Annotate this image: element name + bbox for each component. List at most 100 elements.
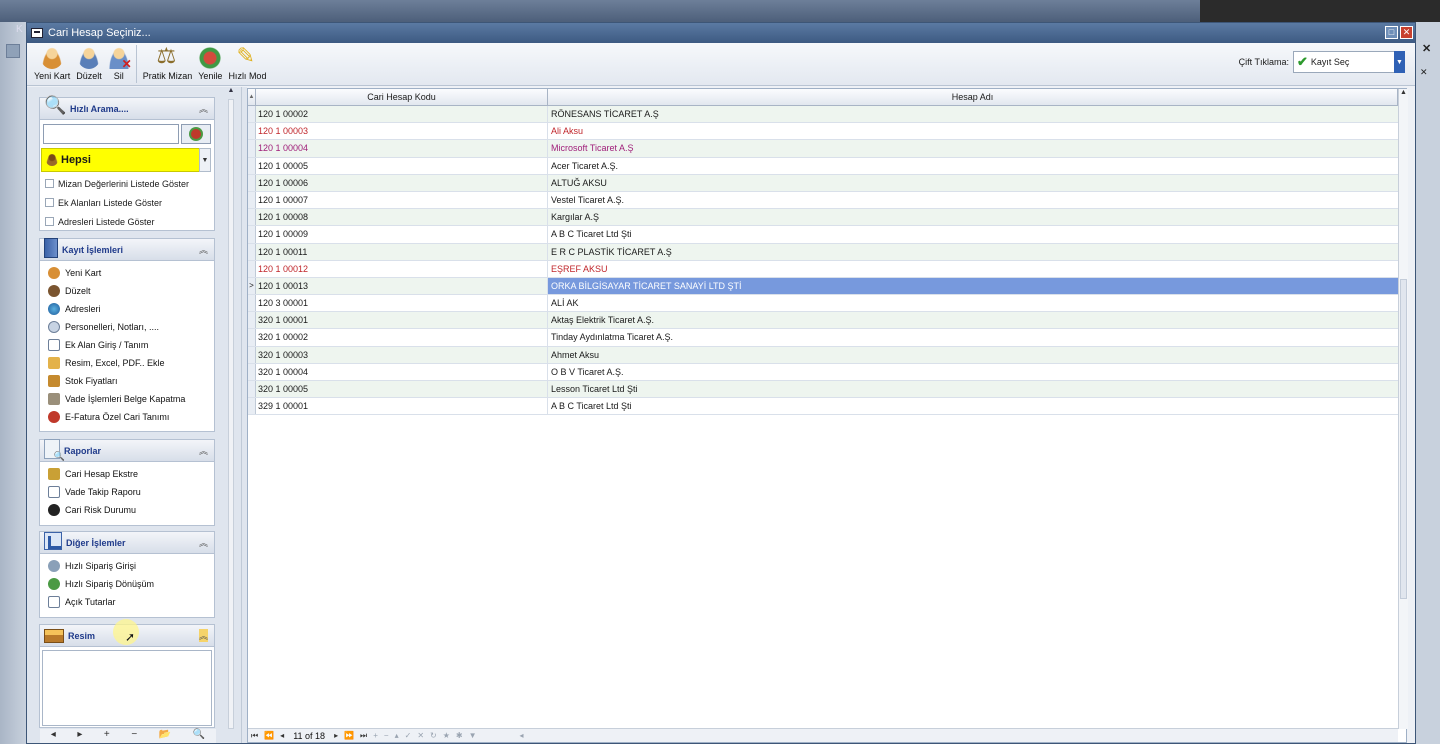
table-row[interactable]: 320 1 00004 O B V Ticaret A.Ş. [248, 363, 1398, 381]
cell-account-code[interactable]: 120 1 00006 [256, 174, 548, 191]
check-mizan[interactable]: Mizan Değerlerini Listede Göster [40, 174, 214, 193]
collapse-icon[interactable]: ︽ [199, 444, 208, 457]
menu-risk-status[interactable]: Cari Risk Durumu [40, 501, 214, 519]
chevron-down-icon[interactable]: ▼ [1394, 51, 1405, 73]
cell-account-code[interactable]: 320 1 00004 [256, 363, 548, 380]
outer-close-icon[interactable]: ✕ [1422, 42, 1431, 55]
left-panel-scrollbar[interactable]: ▲ [226, 87, 236, 743]
cell-account-name[interactable]: Acer Ticaret A.Ş. [548, 158, 1398, 174]
check-ek-alanlar[interactable]: Ek Alanları Listede Göster [40, 193, 214, 212]
grid-vertical-scrollbar[interactable]: ▲ [1398, 89, 1408, 729]
cell-account-name[interactable]: O B V Ticaret A.Ş. [548, 364, 1398, 380]
quick-search-header[interactable]: Hızlı Arama.... ︽ [40, 95, 214, 120]
hscroll-left-icon[interactable]: ◂ [520, 731, 524, 740]
edit-record-button[interactable]: ▴ [395, 731, 399, 740]
collapse-icon[interactable]: ︽ [199, 243, 208, 256]
chevron-down-icon[interactable]: ▼ [199, 148, 211, 172]
double-click-select[interactable]: ✔ Kayıt Seç ▼ [1293, 51, 1405, 73]
column-header-code[interactable]: Cari Hesap Kodu [256, 89, 548, 105]
table-row[interactable]: 120 1 00012 EŞREF AKSU [248, 260, 1398, 278]
column-header-name[interactable]: Hesap Adı [548, 89, 1398, 105]
new-card-button[interactable]: Yeni Kart [31, 43, 73, 85]
prev-record-button[interactable]: ◂ [280, 731, 284, 740]
table-row[interactable]: 120 1 00009 A B C Ticaret Ltd Şti [248, 226, 1398, 244]
menu-einvoice[interactable]: E-Fatura Özel Cari Tanımı [40, 408, 214, 426]
row-indicator[interactable] [248, 174, 256, 191]
edit-button[interactable]: Düzelt [73, 43, 105, 85]
row-indicator[interactable] [248, 329, 256, 346]
menu-order-conversion[interactable]: Hızlı Sipariş Dönüşüm [40, 575, 214, 593]
row-indicator[interactable] [248, 398, 256, 415]
table-row[interactable]: 120 1 00007 Vestel Ticaret A.Ş. [248, 191, 1398, 210]
row-indicator[interactable] [248, 363, 256, 380]
menu-statement[interactable]: Cari Hesap Ekstre [40, 465, 214, 483]
cell-account-name[interactable]: RÖNESANS TİCARET A.Ş [548, 106, 1398, 122]
table-row[interactable]: 120 3 00001 ALİ AK [248, 295, 1398, 313]
checkbox[interactable] [45, 217, 54, 226]
menu-edit[interactable]: Düzelt [40, 282, 214, 300]
collapse-icon[interactable]: ︽ [199, 102, 208, 115]
post-record-button[interactable]: ✓ [405, 731, 412, 740]
cell-account-name[interactable]: Ali Aksu [548, 123, 1398, 139]
cell-account-code[interactable]: 120 1 00012 [256, 260, 548, 277]
row-indicator[interactable] [248, 123, 256, 140]
close-button[interactable]: ✕ [1400, 26, 1413, 39]
first-record-button[interactable]: ⏮ [251, 731, 258, 741]
cell-account-name[interactable]: ORKA BİLGİSAYAR TİCARET SANAYİ LTD ŞTİ [548, 277, 1398, 295]
row-indicator[interactable] [248, 312, 256, 329]
check-adresler[interactable]: Adresleri Listede Göster [40, 212, 214, 231]
cancel-record-button[interactable]: ✕ [417, 731, 424, 740]
row-indicator[interactable] [248, 226, 256, 243]
cell-account-name[interactable]: EŞREF AKSU [548, 261, 1398, 277]
last-record-button[interactable]: ⏭ [360, 731, 367, 741]
search-go-button[interactable] [181, 124, 211, 144]
menu-due-report[interactable]: Vade Takip Raporu [40, 483, 214, 501]
cell-account-code[interactable]: 120 3 00001 [256, 295, 548, 312]
table-row[interactable]: 120 1 00011 E R C PLASTİK TİCARET A.Ş [248, 243, 1398, 261]
cell-account-code[interactable]: 120 1 00008 [256, 209, 548, 226]
cell-account-code[interactable]: 120 1 00002 [256, 106, 548, 123]
table-row[interactable]: 120 1 00006 ALTUĞ AKSU [248, 174, 1398, 192]
table-row[interactable]: 320 1 00005 Lesson Ticaret Ltd Şti [248, 381, 1398, 399]
refresh-records-button[interactable]: ↻ [430, 731, 437, 740]
row-indicator[interactable] [248, 209, 256, 226]
prev-page-button[interactable]: ⏪ [264, 731, 274, 740]
delete-record-button[interactable]: − [384, 731, 389, 740]
menu-new-card[interactable]: Yeni Kart [40, 264, 214, 282]
row-indicator[interactable] [248, 346, 256, 363]
reports-header[interactable]: Raporlar ︽ [40, 438, 214, 462]
table-row[interactable]: 120 1 00004 Microsoft Ticaret A.Ş [248, 140, 1398, 158]
cell-account-code[interactable]: 120 1 00004 [256, 140, 548, 157]
table-row[interactable]: 320 1 00002 Tinday Aydınlatma Ticaret A.Ş… [248, 329, 1398, 347]
cell-account-name[interactable]: Microsoft Ticaret A.Ş [548, 140, 1398, 156]
scroll-up-icon[interactable]: ▲ [1399, 89, 1408, 96]
scroll-thumb[interactable] [1400, 279, 1407, 599]
quick-search-input[interactable] [43, 124, 179, 144]
image-next-button[interactable]: ▸ [77, 729, 82, 743]
menu-due-closing[interactable]: Vade İşlemleri Belge Kapatma [40, 390, 214, 408]
row-indicator[interactable] [248, 191, 256, 209]
cell-account-code[interactable]: 120 1 00013 [256, 277, 548, 295]
menu-extra-fields[interactable]: Ek Alan Giriş / Tanım [40, 336, 214, 354]
menu-personnel[interactable]: Personelleri, Notları, .... [40, 318, 214, 336]
table-row[interactable]: 320 1 00003 Ahmet Aksu [248, 346, 1398, 364]
maximize-button[interactable]: □ [1385, 26, 1398, 39]
cell-account-code[interactable]: 320 1 00002 [256, 329, 548, 346]
image-open-button[interactable]: 📂 [159, 729, 171, 743]
cell-account-code[interactable]: 120 1 00005 [256, 157, 548, 174]
checkbox[interactable] [45, 179, 54, 188]
next-page-button[interactable]: ⏩ [344, 731, 354, 740]
cell-account-code[interactable]: 120 1 00007 [256, 191, 548, 209]
table-row[interactable]: 120 1 00008 Kargılar A.Ş [248, 209, 1398, 227]
table-row[interactable]: 329 1 00001 A B C Ticaret Ltd Şti [248, 398, 1398, 416]
other-operations-header[interactable]: Diğer İşlemler ︽ [40, 531, 214, 554]
scroll-track[interactable] [228, 99, 234, 729]
cell-account-code[interactable]: 329 1 00001 [256, 398, 548, 415]
table-row[interactable]: 120 1 00002 RÖNESANS TİCARET A.Ş [248, 106, 1398, 124]
cell-account-name[interactable]: Vestel Ticaret A.Ş. [548, 192, 1398, 208]
row-indicator[interactable] [248, 381, 256, 398]
cell-account-name[interactable]: E R C PLASTİK TİCARET A.Ş [548, 244, 1398, 260]
row-indicator[interactable] [248, 140, 256, 157]
cell-account-name[interactable]: A B C Ticaret Ltd Şti [548, 226, 1398, 242]
row-indicator[interactable] [248, 243, 256, 260]
